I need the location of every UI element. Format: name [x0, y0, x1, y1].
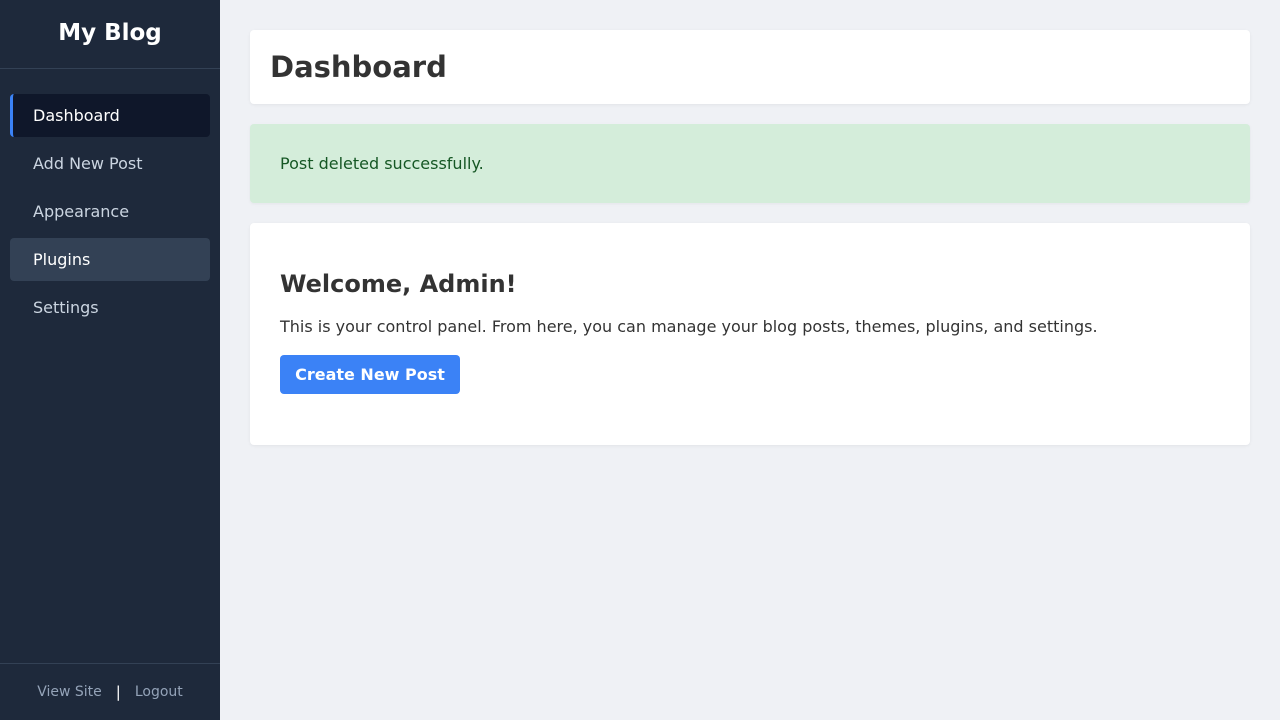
sidebar-item-add-new-post[interactable]: Add New Post: [10, 142, 210, 185]
page-title: Dashboard: [270, 50, 447, 84]
footer-separator: |: [115, 683, 121, 701]
view-site-link[interactable]: View Site: [37, 684, 102, 700]
sidebar-item-appearance[interactable]: Appearance: [10, 190, 210, 233]
welcome-text: This is your control panel. From here, y…: [280, 317, 1098, 336]
page-header: Dashboard: [250, 30, 1250, 104]
sidebar-footer: View Site | Logout: [0, 663, 220, 720]
sidebar-item-settings[interactable]: Settings: [10, 286, 210, 329]
welcome-panel: Welcome, Admin! This is your control pan…: [250, 223, 1250, 445]
sidebar: My Blog Dashboard Add New Post Appearanc…: [0, 0, 220, 720]
sidebar-item-dashboard[interactable]: Dashboard: [10, 94, 210, 137]
logout-link[interactable]: Logout: [135, 684, 183, 700]
sidebar-nav: Dashboard Add New Post Appearance Plugin…: [0, 69, 220, 329]
sidebar-item-plugins[interactable]: Plugins: [10, 238, 210, 281]
success-notice: Post deleted successfully.: [250, 124, 1250, 203]
app-layout: My Blog Dashboard Add New Post Appearanc…: [0, 0, 1280, 720]
main-content: Dashboard Post deleted successfully. Wel…: [220, 0, 1280, 720]
welcome-heading: Welcome, Admin!: [280, 270, 517, 298]
create-new-post-button[interactable]: Create New Post: [280, 355, 460, 394]
site-brand: My Blog: [0, 0, 220, 69]
